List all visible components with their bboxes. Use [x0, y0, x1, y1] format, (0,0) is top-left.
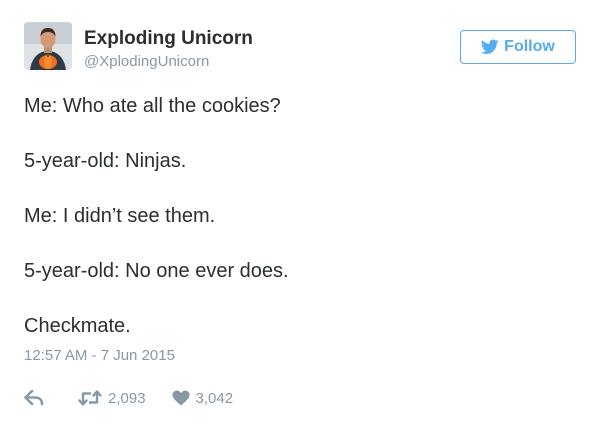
like-button[interactable]: 3,042: [172, 389, 234, 407]
tweet-actions: 2,093 3,042: [24, 386, 233, 410]
tweet-header: Exploding Unicorn @XplodingUnicorn Follo…: [24, 22, 576, 78]
tweet-text: Me: Who ate all the cookies? 5-year-old:…: [24, 94, 576, 339]
tweet-line: Checkmate.: [24, 315, 131, 337]
retweet-button[interactable]: 2,093: [78, 390, 146, 407]
tweet-line: 5-year-old: Ninjas.: [24, 150, 187, 172]
reply-icon: [24, 390, 44, 406]
tweet-card: Exploding Unicorn @XplodingUnicorn Follo…: [0, 0, 600, 427]
reply-button[interactable]: [24, 390, 44, 406]
follow-label: Follow: [504, 38, 555, 55]
retweet-icon: [78, 390, 102, 406]
tweet-timestamp[interactable]: 12:57 AM - 7 Jun 2015: [24, 347, 175, 364]
like-count: 3,042: [195, 389, 234, 407]
tweet-line: Me: I didn’t see them.: [24, 205, 216, 227]
retweet-count: 2,093: [108, 389, 146, 407]
avatar[interactable]: [24, 22, 72, 70]
display-name[interactable]: Exploding Unicorn: [84, 28, 253, 50]
follow-button[interactable]: Follow: [460, 30, 576, 64]
user-names: Exploding Unicorn @XplodingUnicorn: [84, 28, 253, 72]
screen-name[interactable]: @XplodingUnicorn: [84, 52, 253, 72]
heart-icon: [172, 390, 190, 406]
twitter-bird-icon: [481, 39, 499, 54]
tweet-line: Me: Who ate all the cookies?: [24, 95, 281, 117]
avatar-image: [24, 22, 72, 70]
tweet-line: 5-year-old: No one ever does.: [24, 260, 289, 282]
